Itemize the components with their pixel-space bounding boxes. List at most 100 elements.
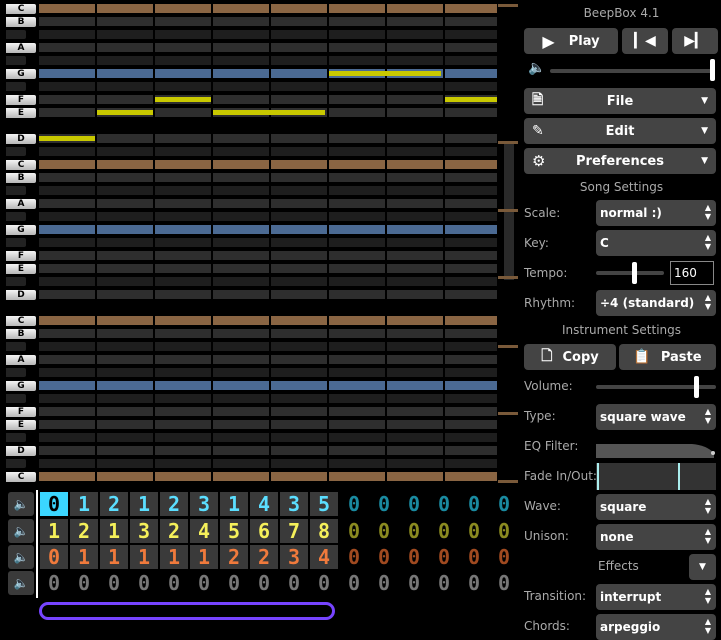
pitch-row[interactable]: [39, 147, 95, 156]
type-select[interactable]: square wave ▲ ▼: [596, 404, 716, 430]
pitch-row[interactable]: [97, 134, 153, 143]
unison-select[interactable]: none ▲ ▼: [596, 524, 716, 550]
pattern-cell[interactable]: 0: [370, 492, 398, 516]
pitch-row[interactable]: [445, 264, 497, 273]
piano-key-g[interactable]: G: [6, 381, 36, 391]
pitch-row[interactable]: [39, 381, 95, 390]
pattern-cell[interactable]: 0: [40, 492, 68, 516]
piano-key-c[interactable]: C: [6, 316, 36, 326]
note[interactable]: [97, 110, 153, 115]
piano-key-f[interactable]: F: [6, 95, 36, 105]
pitch-row[interactable]: [213, 147, 269, 156]
pitch-row[interactable]: [387, 82, 443, 91]
master-volume-thumb[interactable]: [710, 59, 715, 81]
pitch-row[interactable]: [155, 381, 211, 390]
next-bar-button[interactable]: ▶▎: [672, 28, 718, 54]
tempo-slider[interactable]: [596, 271, 664, 275]
pitch-row[interactable]: [39, 277, 95, 286]
pitch-row[interactable]: [271, 472, 327, 481]
pattern-cell[interactable]: 3: [130, 519, 158, 543]
pattern-cell[interactable]: 0: [430, 492, 458, 516]
pitch-row[interactable]: [213, 342, 269, 351]
pattern-cell[interactable]: 2: [250, 545, 278, 569]
pitch-row[interactable]: [329, 43, 385, 52]
piano-black-key[interactable]: [6, 277, 26, 286]
pitch-row[interactable]: [155, 329, 211, 338]
pitch-row[interactable]: [271, 394, 327, 403]
pattern-cell[interactable]: 0: [460, 492, 488, 516]
pitch-row[interactable]: [39, 446, 95, 455]
pitch-row[interactable]: [271, 82, 327, 91]
pitch-row[interactable]: [387, 316, 443, 325]
pitch-row[interactable]: [39, 4, 95, 13]
pattern-cell[interactable]: 1: [40, 519, 68, 543]
pitch-row[interactable]: [39, 329, 95, 338]
pitch-row[interactable]: [445, 290, 497, 299]
pitch-row[interactable]: [155, 17, 211, 26]
pitch-row[interactable]: [97, 17, 153, 26]
pitch-row[interactable]: [445, 160, 497, 169]
pitch-row[interactable]: [445, 472, 497, 481]
pattern-cell[interactable]: 0: [490, 545, 518, 569]
pitch-row[interactable]: [155, 342, 211, 351]
pitch-row[interactable]: [329, 225, 385, 234]
pitch-row[interactable]: [97, 277, 153, 286]
pitch-row[interactable]: [213, 225, 269, 234]
pitch-row[interactable]: [97, 160, 153, 169]
channel-mute-button[interactable]: 🔈: [8, 519, 34, 543]
pattern-cell[interactable]: 2: [220, 545, 248, 569]
pitch-row[interactable]: [329, 290, 385, 299]
pitch-row[interactable]: [97, 30, 153, 39]
pitch-row[interactable]: [213, 43, 269, 52]
pattern-cell[interactable]: 0: [490, 519, 518, 543]
pitch-row[interactable]: [271, 446, 327, 455]
pitch-row[interactable]: [329, 459, 385, 468]
file-menu[interactable]: 🗎 File ▼: [524, 88, 716, 114]
eq-filter-editor[interactable]: [596, 440, 718, 458]
pattern-cell[interactable]: 0: [460, 519, 488, 543]
pattern-cell[interactable]: 0: [400, 492, 428, 516]
piano-black-key[interactable]: [6, 56, 26, 65]
pitch-row[interactable]: [97, 199, 153, 208]
pitch-row[interactable]: [39, 160, 95, 169]
note[interactable]: [39, 136, 95, 141]
pitch-row[interactable]: [387, 407, 443, 416]
pitch-row[interactable]: [445, 459, 497, 468]
pitch-row[interactable]: [39, 108, 95, 117]
chords-select[interactable]: arpeggio ▲ ▼: [596, 614, 716, 640]
pitch-row[interactable]: [387, 368, 443, 377]
pitch-row[interactable]: [387, 95, 443, 104]
pitch-row[interactable]: [97, 290, 153, 299]
pitch-row[interactable]: [155, 394, 211, 403]
note[interactable]: [445, 97, 497, 102]
wave-select[interactable]: square ▲ ▼: [596, 494, 716, 520]
pitch-row[interactable]: [329, 160, 385, 169]
channel-mute-button[interactable]: 🔈: [8, 571, 34, 595]
pitch-row[interactable]: [39, 225, 95, 234]
pitch-row[interactable]: [387, 160, 443, 169]
pitch-row[interactable]: [39, 173, 95, 182]
pattern-cell[interactable]: 6: [250, 519, 278, 543]
pattern-cell[interactable]: 0: [400, 519, 428, 543]
pitch-row[interactable]: [271, 4, 327, 13]
pitch-row[interactable]: [213, 264, 269, 273]
pitch-row[interactable]: [39, 30, 95, 39]
pitch-row[interactable]: [97, 264, 153, 273]
pitch-row[interactable]: [97, 69, 153, 78]
loop-range-handle[interactable]: [39, 602, 335, 620]
piano-key-e[interactable]: E: [6, 108, 36, 118]
pattern-cell[interactable]: 0: [490, 571, 518, 595]
pitch-row[interactable]: [329, 264, 385, 273]
pitch-row[interactable]: [271, 95, 327, 104]
pitch-row[interactable]: [213, 459, 269, 468]
pitch-row[interactable]: [213, 17, 269, 26]
pitch-row[interactable]: [97, 381, 153, 390]
pitch-row[interactable]: [329, 394, 385, 403]
pattern-cell[interactable]: 0: [400, 545, 428, 569]
transition-select[interactable]: interrupt ▲ ▼: [596, 584, 716, 610]
pitch-row[interactable]: [213, 82, 269, 91]
pitch-row[interactable]: [97, 316, 153, 325]
pitch-row[interactable]: [271, 212, 327, 221]
pattern-cell[interactable]: 1: [70, 492, 98, 516]
pitch-row[interactable]: [271, 316, 327, 325]
